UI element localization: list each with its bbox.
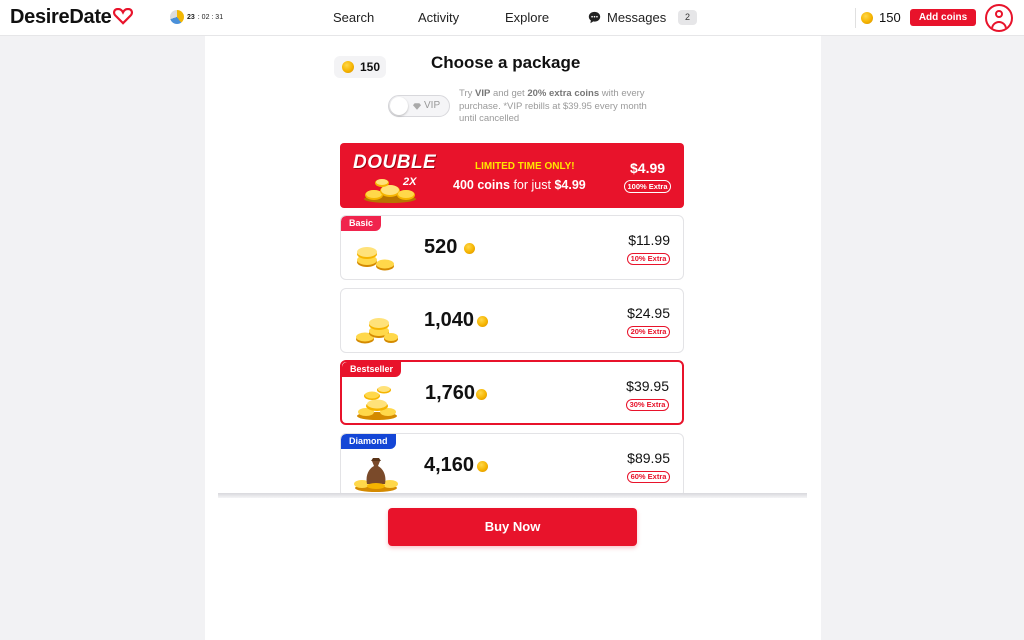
package-card-1040[interactable]: 1,040 $24.95 20% Extra [340,288,684,353]
package-price: $24.95 [627,305,670,321]
heart-icon [112,7,133,25]
timer-hours: 23 [187,13,195,21]
package-tag-diamond: Diamond [341,434,396,449]
user-avatar-icon[interactable] [985,4,1013,32]
balance-value: 150 [360,60,381,74]
logo[interactable]: DesireDate [10,6,133,29]
nav-explore[interactable]: Explore [505,10,549,25]
nav-messages[interactable]: Messages [607,10,666,25]
package-amount: 1,760 [425,382,476,404]
logo-text: DesireDate [10,6,112,28]
vip-info-text: Try VIP and get 20% extra coins with eve… [459,88,647,124]
package-card-1760[interactable]: Bestseller 1,760 $39.95 30% Extra [340,360,684,425]
package-tag-bestseller: Bestseller [342,362,402,377]
package-amount: 1,040 [424,309,475,331]
package-extra-badge: 20% Extra [627,326,670,338]
scroll-shadow-divider [218,493,807,498]
timer-rest: : 02 : 31 [197,13,224,21]
messages-count-badge: 2 [678,10,697,25]
nav-activity[interactable]: Activity [418,10,459,25]
coin-icon [477,316,488,327]
package-card-4160[interactable]: Diamond 4,160 $89.95 60% Extra [340,433,684,498]
package-price: $39.95 [626,378,669,394]
package-extra-badge: 30% Extra [626,399,669,411]
package-price: $11.99 [628,232,670,248]
page-title: Choose a package [431,53,581,72]
vip-timer[interactable]: 23 : 02 : 31 [170,10,223,24]
coin-icon [342,61,354,73]
header-divider [855,8,856,28]
coin-pile-icon [357,386,397,420]
diamond-icon [413,103,421,110]
add-coins-button[interactable]: Add coins [910,9,976,26]
balance-chip: 150 [334,56,386,78]
vip-toggle[interactable]: VIP [388,95,450,117]
package-price: $89.95 [627,450,670,466]
nav-search[interactable]: Search [333,10,374,25]
vip-toggle-label: VIP [424,100,441,111]
messages-icon[interactable] [588,11,601,24]
package-tag-basic: Basic [341,216,382,231]
package-amount: 520 [424,236,458,258]
coin-stack-icon [357,247,394,271]
toggle-knob [390,97,408,115]
promo-double-label: DOUBLE [353,152,437,173]
buy-now-button[interactable]: Buy Now [388,508,637,546]
coin-icon [464,243,475,254]
package-extra-badge: 60% Extra [627,471,670,483]
package-card-520[interactable]: Basic 520 $11.99 10% Extra [340,215,684,280]
coin-icon [476,389,487,400]
package-amount: 4,160 [424,454,475,476]
promo-limited-label: LIMITED TIME ONLY! [475,161,575,172]
promo-offer-text: 400 coins for just $4.99 [453,178,586,192]
package-extra-badge: 10% Extra [627,253,670,265]
header-coin-balance: 150 [879,10,901,25]
coin-stack-icon [356,318,398,344]
timer-icon [170,10,184,24]
promo-extra-badge: 100% Extra [624,180,671,193]
coin-icon [861,12,873,24]
promo-package[interactable]: DOUBLE 2X LIMITED TIME ONLY! 400 coins f… [340,143,684,208]
promo-price: $4.99 [630,160,666,176]
money-bag-icon [354,458,398,492]
promo-multiplier: 2X [403,176,417,188]
top-header: DesireDate 23 : 02 : 31 Search Activity … [0,0,1024,36]
coin-icon [477,461,488,472]
